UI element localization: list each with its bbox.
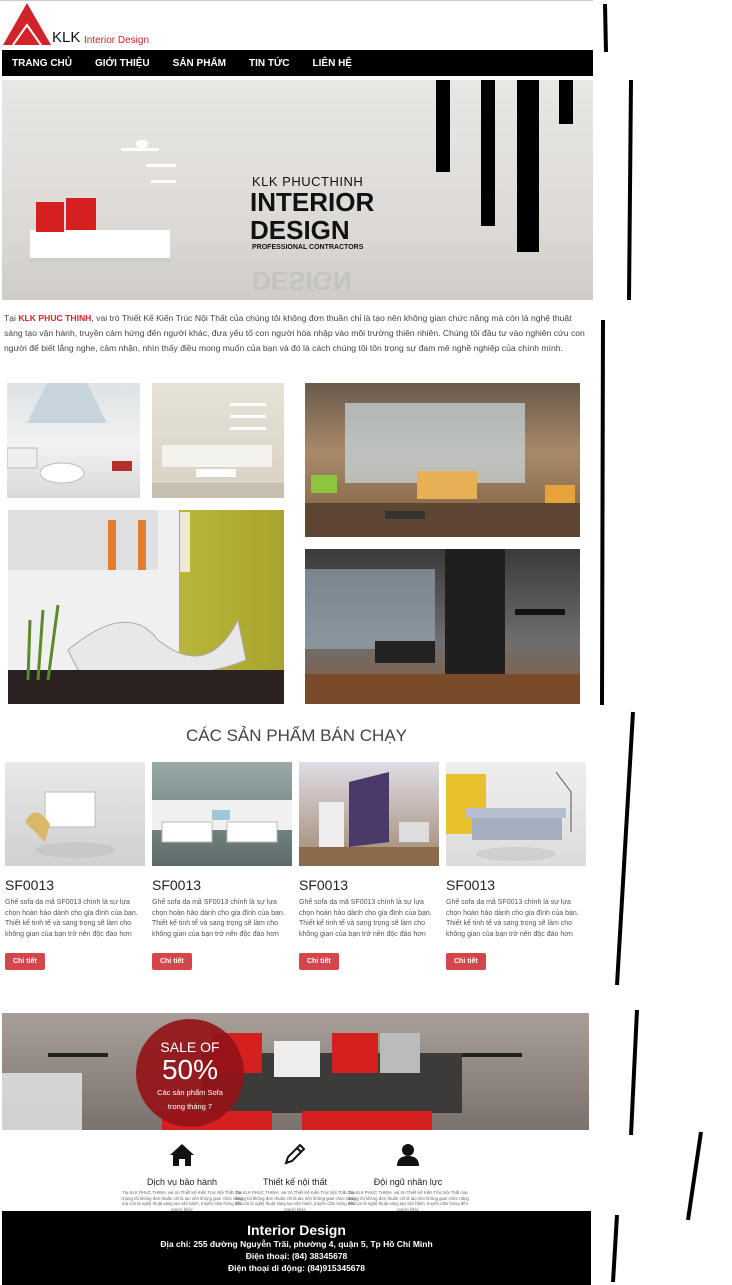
sale-percent: 50% xyxy=(161,1054,219,1085)
product-card: SF0013 Ghế sofa da mã SF0013 chính là sự… xyxy=(446,762,586,970)
nav-item-home[interactable]: TRANG CHỦ xyxy=(12,58,72,69)
footer-mobile: Điện thoại di động: (84)915345678 xyxy=(228,1263,365,1273)
product-description: Ghế sofa da mã SF0013 chính là sự lựa ch… xyxy=(299,899,432,938)
service-title: Thiết kế nội thất xyxy=(262,1177,328,1187)
detail-button[interactable]: Chi tiết xyxy=(152,953,192,970)
logo-icon[interactable] xyxy=(3,3,51,45)
gallery-image-livingroom[interactable] xyxy=(152,383,284,498)
sale-banner[interactable]: SALE OF 50% Các sản phẩm Sofa trong thán… xyxy=(2,1013,589,1130)
product-description: Ghế sofa da mã SF0013 chính là sự lựa ch… xyxy=(152,899,285,938)
pencil-icon xyxy=(284,1143,306,1165)
sofa-illustration xyxy=(30,140,176,262)
site-footer: Interior Design Địa chỉ: 255 đường Nguyễ… xyxy=(2,1211,591,1285)
service-description: Tại KLK PHUC THINH, vai trò Thiết Kế Kiế… xyxy=(121,1190,243,1212)
footer-title: Interior Design xyxy=(247,1222,346,1238)
service-title: Dịch vụ bảo hành xyxy=(146,1177,218,1187)
service-team[interactable]: Đội ngũ nhân lực Tại KLK PHUC THINH, vai… xyxy=(347,1144,469,1212)
product-image[interactable] xyxy=(5,762,145,866)
service-warranty[interactable]: Dịch vụ bảo hành Tại KLK PHUC THINH, vai… xyxy=(121,1144,243,1212)
logo-tagline: Interior Design xyxy=(84,35,150,46)
logo-brand[interactable]: KLK xyxy=(52,29,80,46)
hero-banner: KLK PHUCTHINH INTERIOR DESIGN PROFESSIONA… xyxy=(2,80,593,300)
detail-button[interactable]: Chi tiết xyxy=(446,953,486,970)
product-description: Ghế sofa da mã SF0013 chính là sự lựa ch… xyxy=(446,899,579,938)
product-card: SF0013 Ghế sofa da mã SF0013 chính là sự… xyxy=(299,762,439,970)
home-icon xyxy=(170,1144,194,1166)
product-image[interactable] xyxy=(299,762,439,866)
gallery-image-kitchen[interactable] xyxy=(305,549,580,704)
service-description: Tại KLK PHUC THINH, vai trò Thiết Kế Kiế… xyxy=(234,1190,356,1212)
footer-phone: Điện thoại: (84) 38345678 xyxy=(245,1251,348,1261)
product-card: SF0013 Ghế sofa da mã SF0013 chính là sự… xyxy=(152,762,292,970)
user-icon xyxy=(397,1144,419,1166)
nav-item-about[interactable]: GIỚI THIỆU xyxy=(95,58,150,69)
product-code[interactable]: SF0013 xyxy=(152,877,292,893)
page: KLK Interior Design TRANG CHỦ GIỚI THIỆU… xyxy=(0,0,593,1285)
nav-item-products[interactable]: SẢN PHẨM xyxy=(173,58,226,69)
product-description: Ghế sofa da mã SF0013 chính là sự lựa ch… xyxy=(5,899,138,938)
intro-text: Tại KLK PHUC THINH, vai trò Thiết Kế Kiế… xyxy=(4,313,585,353)
product-code[interactable]: SF0013 xyxy=(446,877,586,893)
footer-address: Địa chỉ: 255 đường Nguyễn Trãi, phường 4… xyxy=(160,1239,433,1249)
product-image[interactable] xyxy=(446,762,586,866)
banner-reflection: DESIGN xyxy=(252,266,352,296)
banner-line4: PROFESSIONAL CONTRACTORS xyxy=(252,244,364,251)
annotation-strokes xyxy=(600,3,703,1283)
detail-button[interactable]: Chi tiết xyxy=(299,953,339,970)
nav-item-news[interactable]: TIN TỨC xyxy=(249,58,290,69)
service-design[interactable]: Thiết kế nội thất Tại KLK PHUC THINH, va… xyxy=(234,1143,356,1212)
main-nav: TRANG CHỦ GIỚI THIỆU SẢN PHẨM TIN TỨC LI… xyxy=(2,50,593,76)
detail-button[interactable]: Chi tiết xyxy=(5,953,45,970)
banner-line2: INTERIOR DESIGN xyxy=(250,187,375,245)
product-card: SF0013 Ghế sofa da mã SF0013 chính là sự… xyxy=(5,762,145,970)
gallery-image-lounge[interactable] xyxy=(305,383,580,537)
service-description: Tại KLK PHUC THINH, vai trò Thiết Kế Kiế… xyxy=(347,1190,469,1212)
sale-badge: SALE OF 50% Các sản phẩm Sofa trong thán… xyxy=(136,1019,244,1127)
service-title: Đội ngũ nhân lực xyxy=(373,1177,443,1187)
nav-item-contact[interactable]: LIÊN HỆ xyxy=(313,58,352,69)
gallery-image-chair[interactable] xyxy=(8,510,284,704)
product-code[interactable]: SF0013 xyxy=(5,877,145,893)
site-header: KLK Interior Design xyxy=(0,0,593,48)
gallery-image-bathroom[interactable] xyxy=(7,383,140,498)
product-image[interactable] xyxy=(152,762,292,866)
bestsellers-title: CÁC SẢN PHẨM BÁN CHẠY xyxy=(185,726,408,745)
intro-brand: KLK PHUC THINH xyxy=(18,313,92,323)
product-code[interactable]: SF0013 xyxy=(299,877,439,893)
